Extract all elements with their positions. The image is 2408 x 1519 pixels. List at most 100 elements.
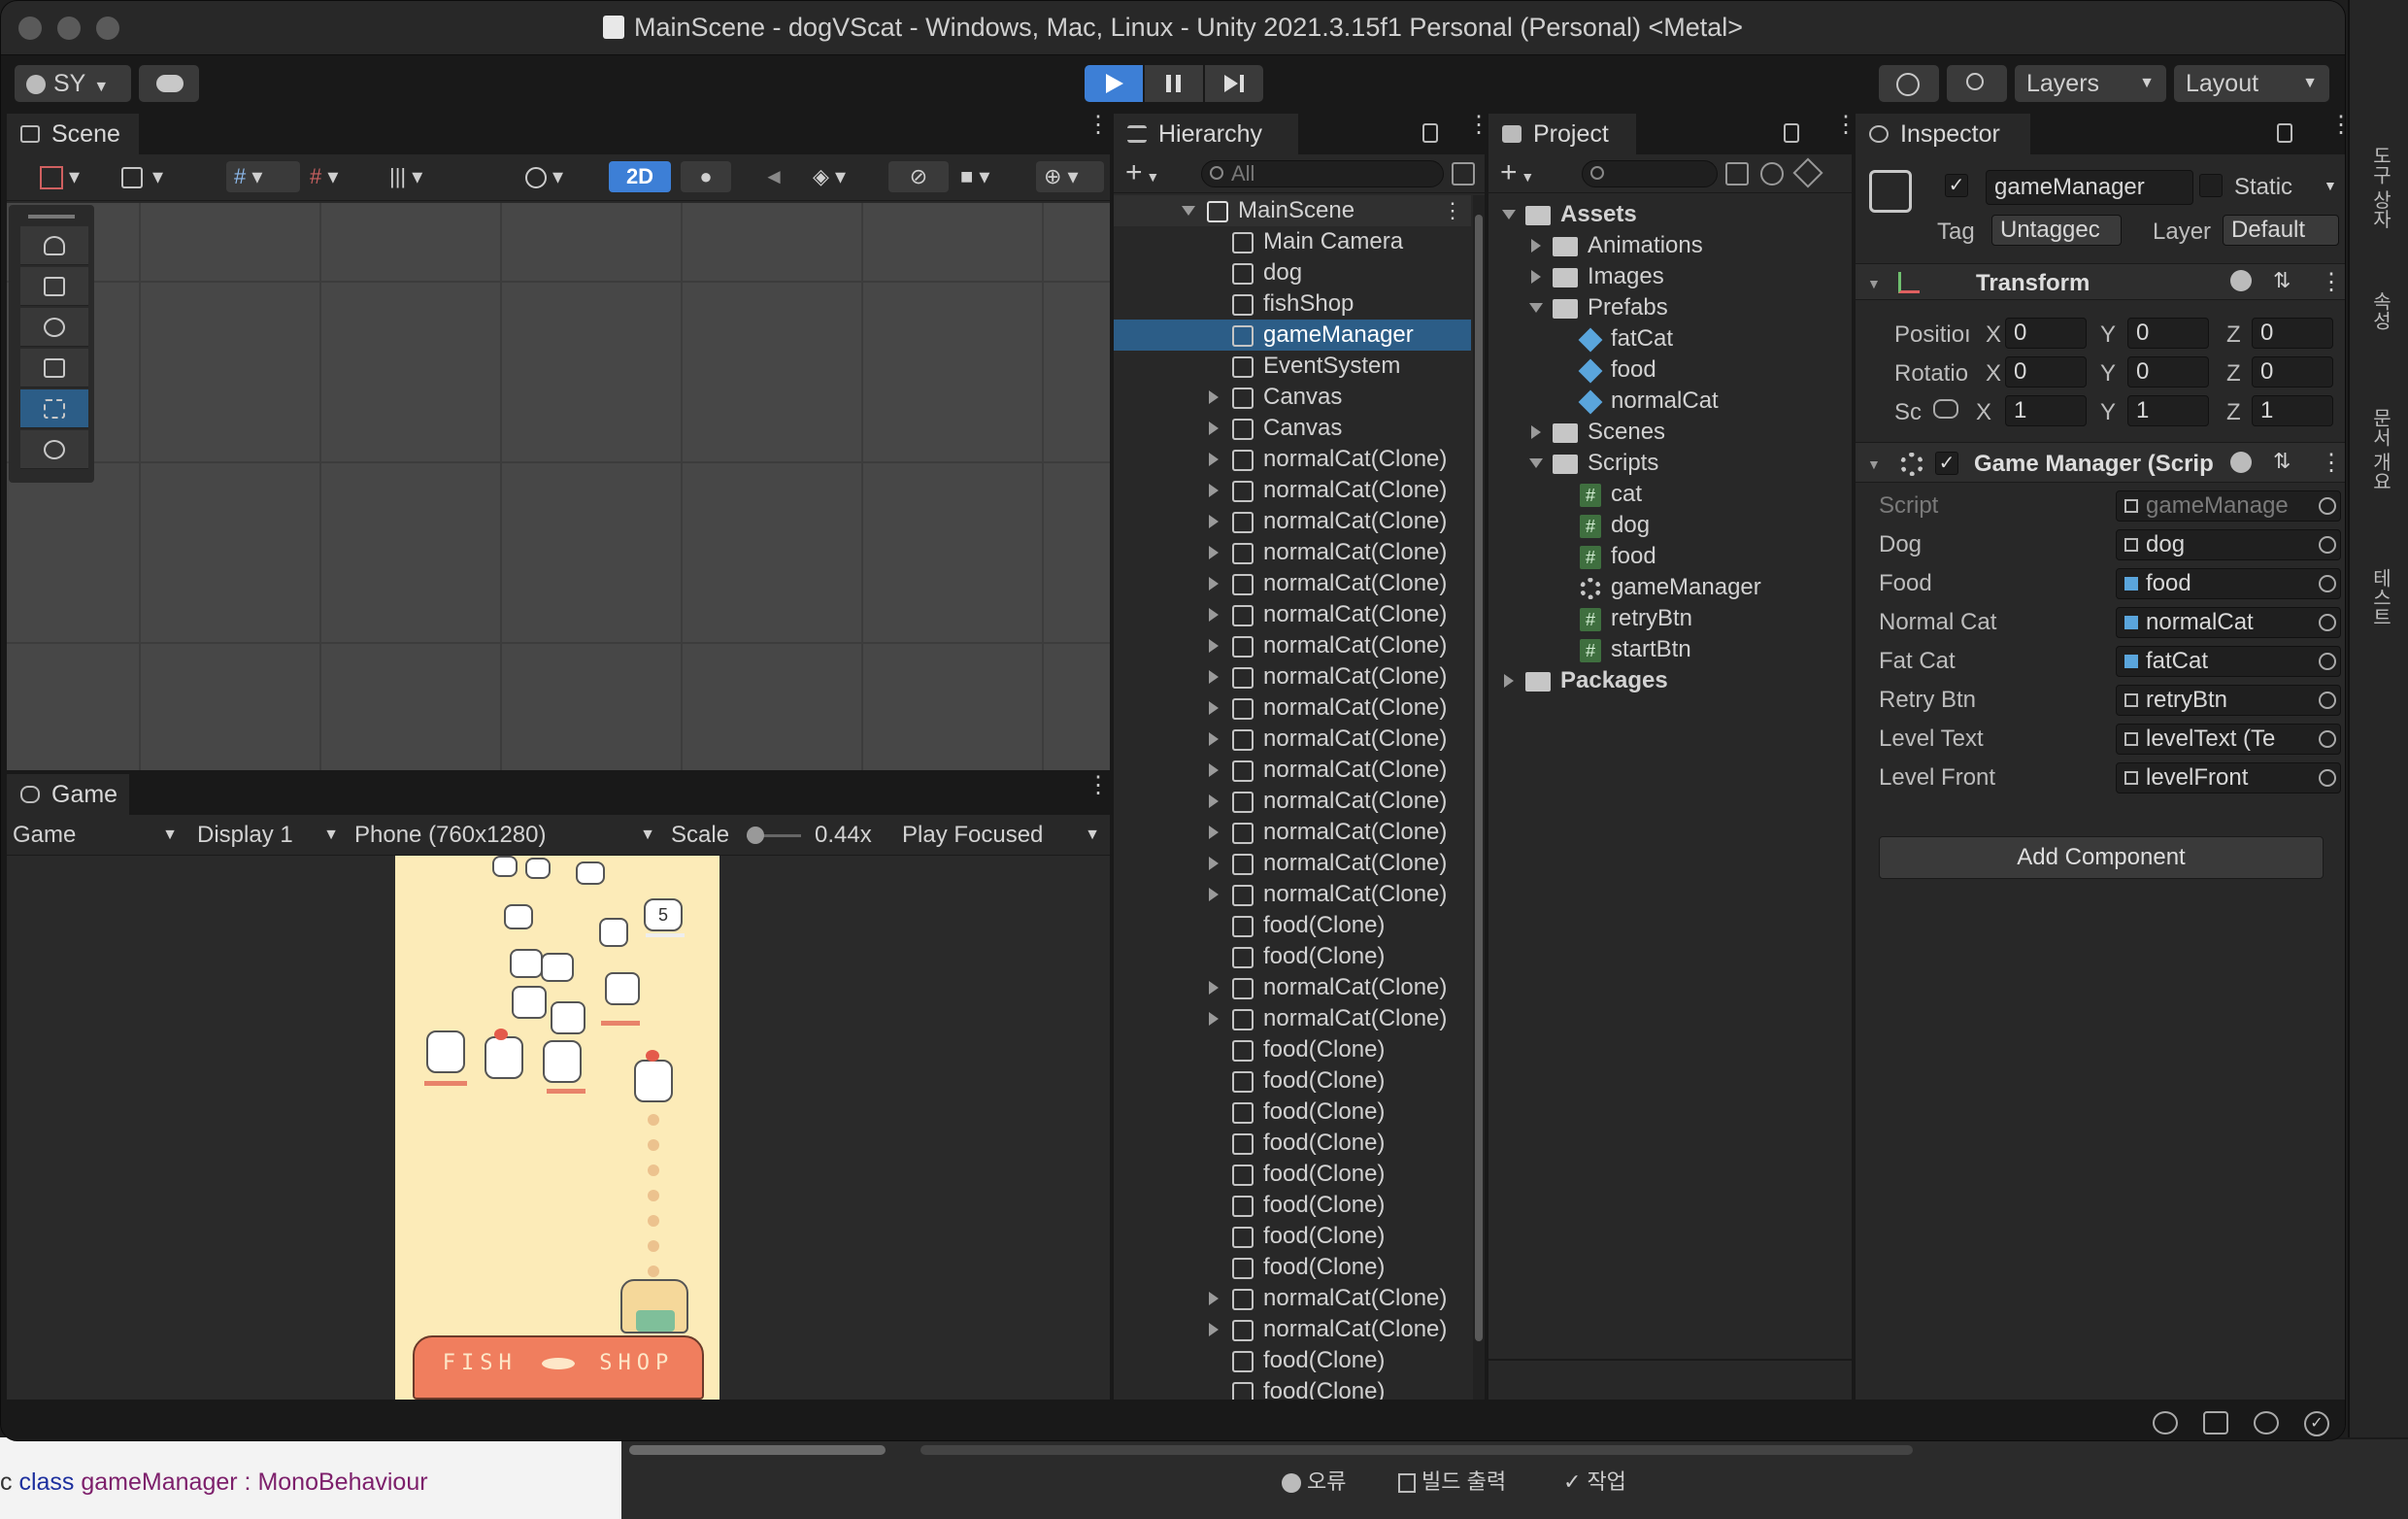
expand-arrow-icon[interactable] bbox=[1209, 701, 1219, 715]
resolution-dropdown[interactable]: Phone (760x1280) ▼ bbox=[354, 815, 655, 856]
scale-tool-button[interactable] bbox=[20, 349, 88, 388]
active-checkbox[interactable]: ✓ bbox=[1945, 174, 1968, 197]
hierarchy-search-input[interactable]: All bbox=[1201, 160, 1444, 187]
object-picker-icon[interactable] bbox=[2319, 692, 2336, 709]
constrain-proportions-icon[interactable] bbox=[1933, 399, 1958, 419]
more-options-icon[interactable]: ⋮ bbox=[2320, 449, 2343, 477]
expand-arrow-icon[interactable] bbox=[1529, 303, 1543, 313]
component-header[interactable]: ▼ ✓ Game Manager (Scrip ⇅ ⋮ bbox=[1856, 442, 2345, 483]
hierarchy-item[interactable]: food(Clone) bbox=[1114, 1345, 1471, 1376]
more-options-icon[interactable]: ⋮ bbox=[2329, 114, 2345, 137]
project-item[interactable]: # startBtn bbox=[1488, 634, 1852, 665]
expand-arrow-icon[interactable] bbox=[1209, 794, 1219, 808]
scene-root-row[interactable]: MainScene ⋮ bbox=[1114, 195, 1471, 226]
search-by-label-icon[interactable] bbox=[1760, 162, 1784, 186]
hierarchy-item[interactable]: fishShop bbox=[1114, 288, 1471, 320]
presets-icon[interactable]: ⇅ bbox=[2273, 449, 2291, 474]
hierarchy-item[interactable]: normalCat(Clone) bbox=[1114, 599, 1471, 630]
favorite-tag-icon[interactable] bbox=[1792, 157, 1823, 188]
expand-arrow-icon[interactable] bbox=[1209, 857, 1219, 870]
expand-arrow-icon[interactable] bbox=[1504, 674, 1514, 688]
more-options-icon[interactable]: ⋮ bbox=[1442, 195, 1463, 226]
help-icon[interactable] bbox=[2230, 270, 2252, 291]
hierarchy-item[interactable]: normalCat(Clone) bbox=[1114, 506, 1471, 537]
hierarchy-item[interactable]: Canvas bbox=[1114, 382, 1471, 413]
expand-arrow-icon[interactable] bbox=[1209, 826, 1219, 839]
hierarchy-item[interactable]: food(Clone) bbox=[1114, 1190, 1471, 1221]
hand-tool-button[interactable] bbox=[20, 226, 88, 265]
more-options-icon[interactable]: ⋮ bbox=[1087, 114, 1110, 137]
presets-icon[interactable]: ⇅ bbox=[2273, 268, 2291, 293]
hierarchy-item[interactable]: food(Clone) bbox=[1114, 1221, 1471, 1252]
project-item[interactable]: Packages bbox=[1488, 665, 1852, 696]
hierarchy-item[interactable]: normalCat(Clone) bbox=[1114, 630, 1471, 661]
document-outline-tab[interactable]: 문서 개요 bbox=[2365, 408, 2394, 491]
project-item[interactable]: # dog bbox=[1488, 510, 1852, 541]
more-options-icon[interactable]: ⋮ bbox=[1087, 774, 1110, 797]
hierarchy-item[interactable]: normalCat(Clone) bbox=[1114, 848, 1471, 879]
expand-arrow-icon[interactable] bbox=[1209, 888, 1219, 901]
project-item[interactable]: Assets bbox=[1488, 199, 1852, 230]
hierarchy-item[interactable]: normalCat(Clone) bbox=[1114, 568, 1471, 599]
expand-arrow-icon[interactable] bbox=[1209, 390, 1219, 404]
cloud-button[interactable] bbox=[139, 65, 199, 102]
expand-arrow-icon[interactable] bbox=[1531, 425, 1541, 439]
hierarchy-item[interactable]: normalCat(Clone) bbox=[1114, 817, 1471, 848]
rect-tool-button[interactable] bbox=[20, 389, 88, 428]
expand-arrow-icon[interactable] bbox=[1531, 239, 1541, 253]
progress-check-icon[interactable]: ✓ bbox=[2304, 1411, 2329, 1436]
hierarchy-item[interactable]: food(Clone) bbox=[1114, 1065, 1471, 1097]
hierarchy-item[interactable]: dog bbox=[1114, 257, 1471, 288]
layer-dropdown[interactable]: Default bbox=[2223, 215, 2339, 246]
move-tool-button[interactable] bbox=[20, 267, 88, 306]
expand-arrow-icon[interactable] bbox=[1209, 515, 1219, 528]
tab-hierarchy[interactable]: Hierarchy bbox=[1114, 114, 1298, 154]
play-button[interactable] bbox=[1085, 65, 1143, 102]
expand-arrow-icon[interactable] bbox=[1209, 453, 1219, 466]
grid-snap-button[interactable]: # ▾ bbox=[226, 161, 300, 192]
tag-dropdown[interactable]: Untaggec bbox=[1991, 215, 2122, 246]
project-item[interactable]: # food bbox=[1488, 541, 1852, 572]
chevron-down-icon[interactable]: ▼ bbox=[2324, 178, 2337, 193]
visibility-button[interactable]: ⊘ bbox=[888, 161, 949, 192]
object-name-field[interactable]: gameManager bbox=[1986, 170, 2193, 205]
toggle-2d-button[interactable]: 2D bbox=[609, 161, 671, 192]
auto-generate-lighting-icon[interactable] bbox=[2254, 1411, 2279, 1435]
expand-arrow-icon[interactable] bbox=[1209, 981, 1219, 995]
snap-increment-button[interactable]: # ▾ bbox=[310, 161, 378, 192]
expand-arrow-icon[interactable] bbox=[1209, 732, 1219, 746]
object-picker-icon[interactable] bbox=[2319, 730, 2336, 748]
object-picker-icon[interactable] bbox=[2319, 497, 2336, 515]
object-reference-field[interactable]: normalCat bbox=[2116, 607, 2341, 638]
toolbox-tab[interactable]: 도구 상자 bbox=[2365, 146, 2394, 229]
project-item[interactable]: normalCat bbox=[1488, 386, 1852, 417]
pause-button[interactable] bbox=[1145, 65, 1203, 102]
component-enabled-checkbox[interactable]: ✓ bbox=[1935, 452, 1958, 475]
expand-arrow-icon[interactable] bbox=[1209, 763, 1219, 777]
expand-arrow-icon[interactable] bbox=[1209, 484, 1219, 497]
scene-search-icon[interactable] bbox=[1452, 162, 1475, 186]
help-icon[interactable] bbox=[2230, 452, 2252, 473]
more-options-icon[interactable]: ⋮ bbox=[1834, 114, 1857, 137]
hierarchy-item[interactable]: normalCat(Clone) bbox=[1114, 1314, 1471, 1345]
expand-arrow-icon[interactable] bbox=[1209, 422, 1219, 435]
camera-button[interactable]: ■ ▾ bbox=[960, 161, 1028, 192]
rotation-z-field[interactable]: 0 bbox=[2252, 356, 2333, 388]
game-screen[interactable]: 5 FISH SHOP bbox=[395, 856, 719, 1400]
object-reference-field[interactable]: food bbox=[2116, 568, 2341, 599]
transform-tool-button[interactable] bbox=[20, 430, 88, 469]
hierarchy-item[interactable]: Canvas bbox=[1114, 413, 1471, 444]
object-picker-icon[interactable] bbox=[2319, 653, 2336, 670]
add-component-button[interactable]: Add Component bbox=[1879, 836, 2324, 879]
expand-arrow-icon[interactable] bbox=[1209, 546, 1219, 559]
search-button[interactable] bbox=[1947, 65, 2007, 102]
rotation-y-field[interactable]: 0 bbox=[2127, 356, 2209, 388]
errors-tab[interactable]: 오류 bbox=[1282, 1465, 1346, 1496]
expand-arrow-icon[interactable] bbox=[1209, 639, 1219, 653]
gizmo-cube-button[interactable]: ▾ bbox=[121, 161, 189, 192]
hierarchy-item[interactable]: food(Clone) bbox=[1114, 941, 1471, 972]
hierarchy-item[interactable]: normalCat(Clone) bbox=[1114, 537, 1471, 568]
hierarchy-item[interactable]: normalCat(Clone) bbox=[1114, 1003, 1471, 1034]
scale-x-field[interactable]: 1 bbox=[2005, 395, 2087, 426]
hierarchy-item[interactable]: food(Clone) bbox=[1114, 1097, 1471, 1128]
